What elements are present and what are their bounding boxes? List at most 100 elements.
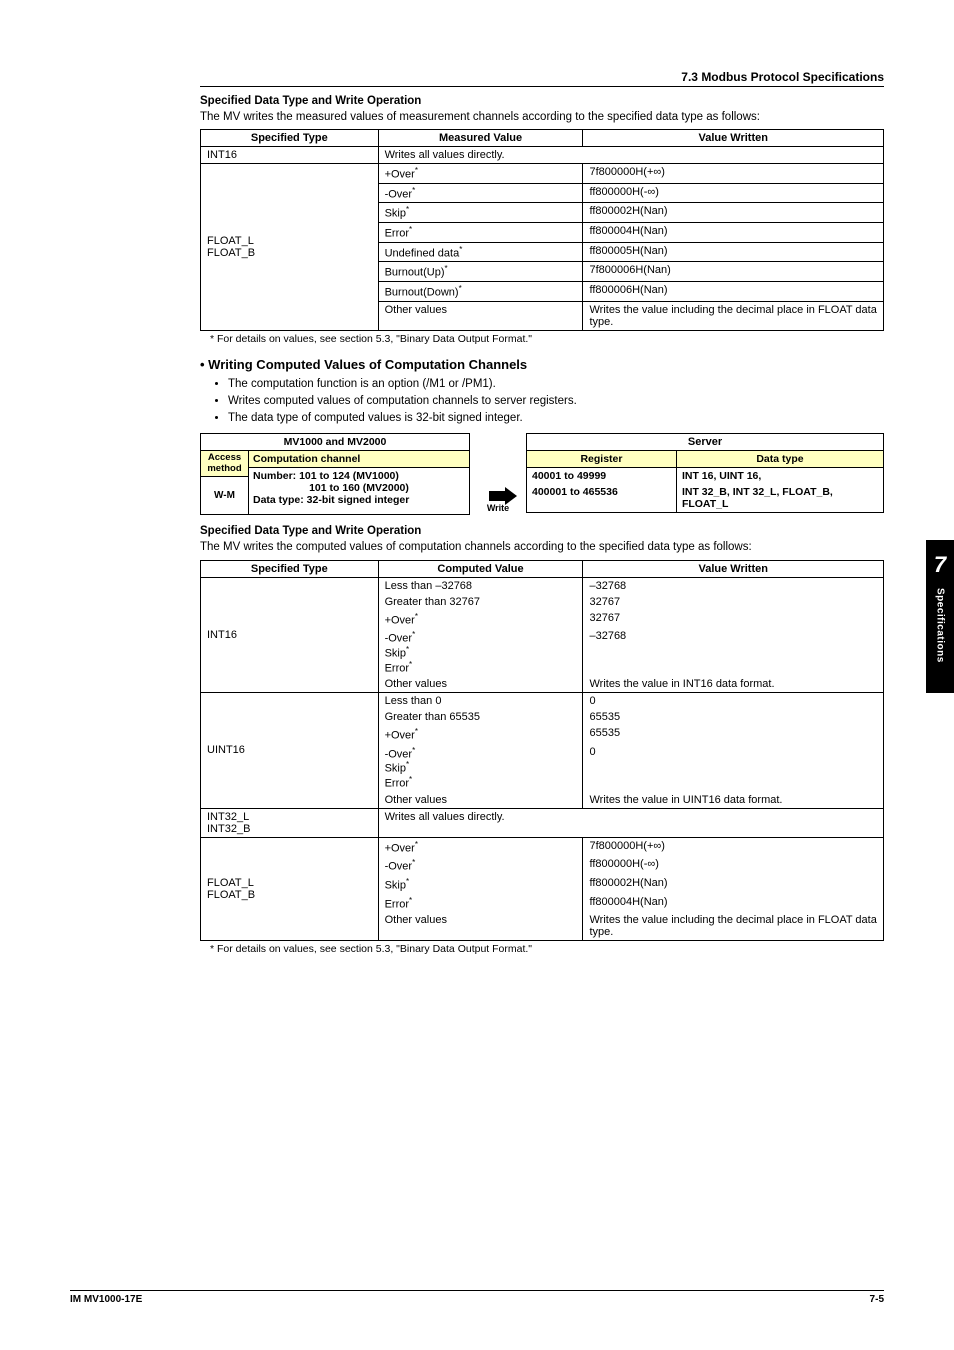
b3-g3-r1-vw: ff800000H(-∞) xyxy=(583,856,884,875)
b1-int16-span: Writes all values directly. xyxy=(378,147,883,164)
b3-g3-r4-vw: Writes the value including the decimal p… xyxy=(583,912,884,941)
block1-footnote: * For details on values, see section 5.3… xyxy=(200,333,884,345)
block1-heading: Specified Data Type and Write Operation xyxy=(200,95,884,107)
b3-g3-r0-cv: +Over* xyxy=(378,837,583,856)
b3-g1-type: UINT16 xyxy=(201,693,379,809)
access-value: W-M xyxy=(201,477,248,514)
chan-body: Number: 101 to 124 (MV1000) 101 to 160 (… xyxy=(249,468,469,514)
b3-h2: Value Written xyxy=(583,560,884,577)
diagram-left-box: MV1000 and MV2000 Access method W-M Comp… xyxy=(200,433,470,515)
access-header: Access method xyxy=(201,451,248,477)
b2-bullet-2: The data type of computed values is 32-b… xyxy=(228,410,884,427)
b1-r6-vw: ff800006H(Nan) xyxy=(583,282,884,302)
diagram-left-title: MV1000 and MV2000 xyxy=(201,434,469,451)
b3-g0-r1-vw: 32767 xyxy=(583,594,884,610)
b1-r2-vw: ff800002H(Nan) xyxy=(583,203,884,223)
block2-diagram: MV1000 and MV2000 Access method W-M Comp… xyxy=(200,433,884,515)
b3-g0-type: INT16 xyxy=(201,577,379,693)
b1-float-label: FLOAT_L FLOAT_B xyxy=(201,164,379,331)
b2-bullet-0: The computation function is an option (/… xyxy=(228,376,884,393)
b3-g1-r3-vw: 0 xyxy=(583,744,884,792)
b3-g1-r0-cv: Less than 0 xyxy=(378,693,583,710)
b1-h1: Measured Value xyxy=(378,130,583,147)
b1-r6-mv: Burnout(Down)* xyxy=(378,282,583,302)
b3-g1-r1-cv: Greater than 65535 xyxy=(378,709,583,725)
chan-l2: 101 to 160 (MV2000) xyxy=(253,482,465,494)
b3-g1-r2-cv: +Over* xyxy=(378,725,583,744)
chan-l3: Data type: 32-bit signed integer xyxy=(253,494,465,506)
footer-right: 7-5 xyxy=(870,1294,884,1305)
b3-g2-span: Writes all values directly. xyxy=(378,808,883,837)
b1-r0-mv: +Over* xyxy=(378,164,583,184)
b3-g1-r3-cv: -Over*Skip*Error* xyxy=(378,744,583,792)
block2-heading: • Writing Computed Values of Computation… xyxy=(200,357,884,372)
b1-r7-mv: Other values xyxy=(378,301,583,330)
b1-r2-mv: Skip* xyxy=(378,203,583,223)
reg-r1: 400001 to 465536 xyxy=(527,484,677,513)
side-tab-number: 7 xyxy=(934,552,946,578)
block3-heading: Specified Data Type and Write Operation xyxy=(200,525,884,537)
dt-header: Data type xyxy=(676,451,883,468)
b1-h2: Value Written xyxy=(583,130,884,147)
b1-r4-mv: Undefined data* xyxy=(378,242,583,262)
b3-g0-r3-cv: -Over*Skip*Error* xyxy=(378,628,583,676)
page-footer: IM MV1000-17E 7-5 xyxy=(70,1290,884,1305)
block1-table: Specified Type Measured Value Value Writ… xyxy=(200,129,884,331)
arrow-column: Write xyxy=(478,433,518,515)
block3-intro: The MV writes the computed values of com… xyxy=(200,539,884,555)
chan-header: Computation channel xyxy=(249,451,469,468)
b1-r3-mv: Error* xyxy=(378,223,583,243)
b3-g0-r2-vw: 32767 xyxy=(583,610,884,629)
b3-g0-r6-cv: Other values xyxy=(378,676,583,693)
b3-g1-r1-vw: 65535 xyxy=(583,709,884,725)
b3-g3-type: FLOAT_L FLOAT_B xyxy=(201,837,379,941)
b3-h1: Computed Value xyxy=(378,560,583,577)
b1-r1-vw: ff800000H(-∞) xyxy=(583,183,884,203)
b3-g0-r2-cv: +Over* xyxy=(378,610,583,629)
b3-g1-r0-vw: 0 xyxy=(583,693,884,710)
server-title: Server xyxy=(526,433,884,450)
block3-footnote: * For details on values, see section 5.3… xyxy=(200,943,884,955)
b3-g0-r3-vw: –32768 xyxy=(583,628,884,676)
b1-r0-vw: 7f800000H(+∞) xyxy=(583,164,884,184)
reg-header: Register xyxy=(527,451,677,468)
side-tab: 7 Specifications xyxy=(926,540,954,693)
footer-left: IM MV1000-17E xyxy=(70,1294,142,1305)
b3-g1-r6-cv: Other values xyxy=(378,792,583,809)
b3-g0-r6-vw: Writes the value in INT16 data format. xyxy=(583,676,884,693)
b1-r5-vw: 7f800006H(Nan) xyxy=(583,262,884,282)
block2-bullets: The computation function is an option (/… xyxy=(200,376,884,428)
dt-r1: INT 32_B, INT 32_L, FLOAT_B, FLOAT_L xyxy=(676,484,883,513)
b3-g0-r0-cv: Less than –32768 xyxy=(378,577,583,594)
block3-table: Specified Type Computed Value Value Writ… xyxy=(200,560,884,942)
b1-r1-mv: -Over* xyxy=(378,183,583,203)
b1-r3-vw: ff800004H(Nan) xyxy=(583,223,884,243)
block1-intro: The MV writes the measured values of mea… xyxy=(200,109,884,125)
side-tab-text: Specifications xyxy=(935,588,946,663)
b3-g0-r0-vw: –32768 xyxy=(583,577,884,594)
b3-g3-r3-cv: Error* xyxy=(378,894,583,913)
reg-r0: 40001 to 49999 xyxy=(527,468,677,485)
b3-g3-r2-vw: ff800002H(Nan) xyxy=(583,875,884,894)
b3-g3-r3-vw: ff800004H(Nan) xyxy=(583,894,884,913)
arrow-icon xyxy=(489,491,507,501)
b2-bullet-1: Writes computed values of computation ch… xyxy=(228,393,884,410)
b1-r7-vw: Writes the value including the decimal p… xyxy=(583,301,884,330)
b1-r5-mv: Burnout(Up)* xyxy=(378,262,583,282)
b3-g3-r2-cv: Skip* xyxy=(378,875,583,894)
b3-g3-r0-vw: 7f800000H(+∞) xyxy=(583,837,884,856)
b3-h0: Specified Type xyxy=(201,560,379,577)
b1-h0: Specified Type xyxy=(201,130,379,147)
b3-g1-r6-vw: Writes the value in UINT16 data format. xyxy=(583,792,884,809)
b1-r4-vw: ff800005H(Nan) xyxy=(583,242,884,262)
b1-int16-type: INT16 xyxy=(201,147,379,164)
diagram-right-box: Server Register Data type 40001 to 49999… xyxy=(526,433,884,515)
chan-l1: Number: 101 to 124 (MV1000) xyxy=(253,470,465,482)
section-header: 7.3 Modbus Protocol Specifications xyxy=(200,70,884,87)
b3-g1-r2-vw: 65535 xyxy=(583,725,884,744)
b3-g2-type: INT32_L INT32_B xyxy=(201,808,379,837)
dt-r0: INT 16, UINT 16, xyxy=(676,468,883,485)
b3-g3-r1-cv: -Over* xyxy=(378,856,583,875)
b3-g0-r1-cv: Greater than 32767 xyxy=(378,594,583,610)
b3-g3-r4-cv: Other values xyxy=(378,912,583,941)
